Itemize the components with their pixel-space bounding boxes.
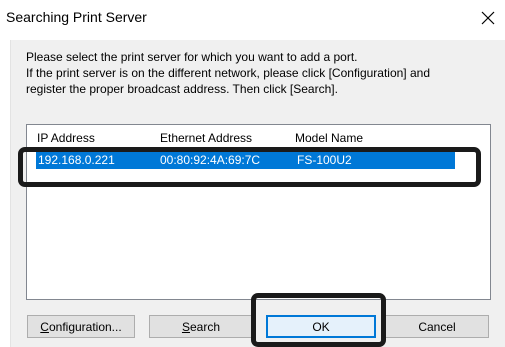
cell-ip-address: 192.168.0.221 [38,153,115,167]
list-header: IP Address Ethernet Address Model Name [27,125,490,147]
instruction-line: If the print server is on the different … [26,66,430,80]
column-header-model-name[interactable]: Model Name [295,131,363,145]
close-icon [481,11,495,25]
cell-model-name: FS-100U2 [297,153,352,167]
cell-ethernet-address: 00:80:92:4A:69:7C [160,153,261,167]
configuration-label: onfiguration... [48,319,122,334]
title-bar[interactable]: Searching Print Server [0,0,505,40]
instruction-line: Please select the print server for which… [26,50,358,64]
print-server-list[interactable]: IP Address Ethernet Address Model Name 1… [26,124,491,300]
dialog-title: Searching Print Server [6,9,147,25]
instructions-text: Please select the print server for which… [26,49,496,97]
instruction-line: register the proper broadcast address. T… [26,82,338,96]
close-button[interactable] [471,0,505,36]
search-accel-key: S [181,319,190,334]
ok-button[interactable]: OK [266,315,376,338]
searching-print-server-dialog: Searching Print Server Please select the… [0,0,505,347]
list-row-selected[interactable]: 192.168.0.221 00:80:92:4A:69:7C FS-100U2 [36,151,455,169]
cancel-button[interactable]: Cancel [385,315,489,338]
configuration-accel-key: C [40,319,49,334]
search-button[interactable]: Search [149,315,253,338]
column-header-ethernet-address[interactable]: Ethernet Address [160,131,252,145]
search-label: earch [189,319,221,334]
configuration-button[interactable]: Configuration... [27,315,135,338]
column-header-ip-address[interactable]: IP Address [37,131,95,145]
dialog-body: Please select the print server for which… [10,40,505,347]
